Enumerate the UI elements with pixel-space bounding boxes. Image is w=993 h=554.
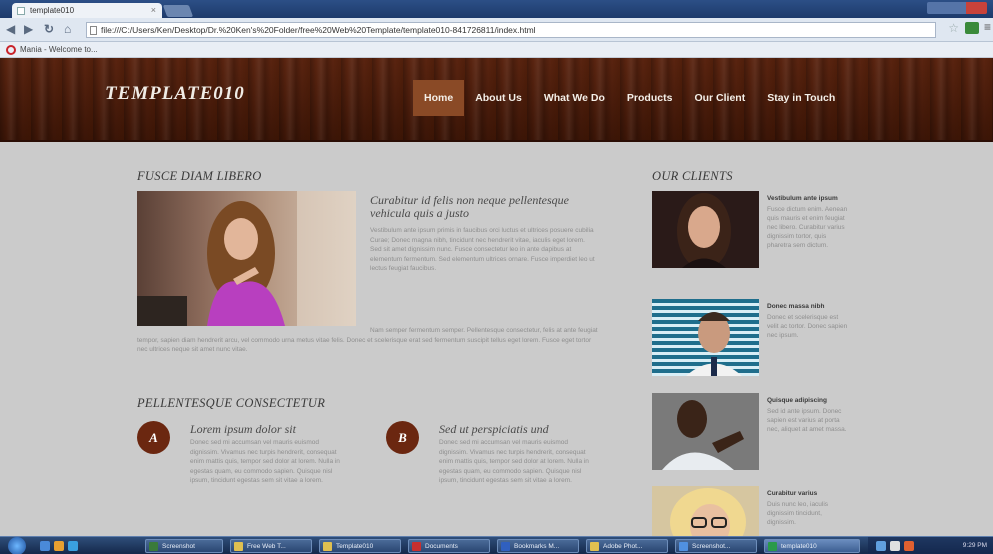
client-text-3: Sed id ante ipsum. Donec sapien est vari…	[767, 408, 847, 433]
taskbar-label: Adobe Phot...	[603, 543, 643, 550]
badge-a: A	[137, 421, 170, 454]
extension-icon[interactable]	[965, 22, 979, 34]
taskbar-button-2[interactable]: Free Web T...	[230, 539, 312, 553]
client-photo-2[interactable]	[652, 299, 759, 376]
app-icon	[149, 542, 158, 551]
nav-what-we-do[interactable]: What We Do	[533, 80, 616, 116]
client-text-1: Fusce dictum enim. Aenean quis mauris et…	[767, 206, 848, 249]
bookmark-item[interactable]: Mania - Welcome to...	[20, 45, 98, 54]
explorer-icon[interactable]	[54, 541, 64, 551]
back-icon[interactable]: ◀	[6, 22, 15, 36]
taskbar-button-4[interactable]: Documents	[408, 539, 490, 553]
nav-about-us[interactable]: About Us	[464, 80, 533, 116]
client-name-2[interactable]: Donec massa nibh	[767, 303, 824, 310]
browser-tab-strip: template010 ×	[0, 0, 993, 18]
page-icon	[90, 26, 97, 35]
taskbar-button-3[interactable]: Template010	[319, 539, 401, 553]
site-header: TEMPLATE010 Home About Us What We Do Pro…	[0, 58, 993, 142]
section-heading-fusce: FUSCE DIAM LIBERO	[137, 169, 262, 183]
forward-icon[interactable]: ▶	[24, 22, 33, 36]
client-photo-3[interactable]	[652, 393, 759, 470]
client-name-4[interactable]: Curabitur varius	[767, 490, 817, 497]
column-a-text: Donec sed mi accumsan vel mauris euismod…	[190, 439, 340, 484]
client-photo-1-graphic	[677, 193, 731, 268]
taskbar-label: Bookmarks M...	[514, 543, 560, 550]
taskbar-button-8[interactable]: template010	[764, 539, 860, 553]
client-photo-4[interactable]	[652, 486, 759, 536]
network-icon[interactable]	[876, 541, 886, 551]
reload-icon[interactable]: ↻	[44, 22, 54, 36]
client-name-1[interactable]: Vestibulum ante ipsum	[767, 195, 838, 202]
column-b-title: Sed ut perspiciatis und	[439, 422, 549, 436]
taskbar-label: Template010	[336, 543, 374, 550]
feature-title: Curabitur id felis non neque pellentesqu…	[370, 193, 569, 220]
taskbar-label: Screenshot...	[692, 543, 731, 550]
tab-title: template010	[30, 6, 75, 15]
feature-text-continued: Nam semper fermentum semper. Pellentesqu…	[137, 327, 598, 353]
document-icon	[412, 542, 421, 551]
bookmarks-bar: Mania - Welcome to...	[0, 42, 993, 58]
nav-stay-in-touch[interactable]: Stay in Touch	[756, 80, 846, 116]
client-text-4: Duis nunc leo, iaculis dignissim tincidu…	[767, 501, 829, 526]
nav-products[interactable]: Products	[616, 80, 684, 116]
feature-photo-graphic	[137, 191, 356, 326]
wrench-menu-icon[interactable]: ≡	[984, 20, 991, 34]
client-photo-4-graphic	[670, 488, 746, 536]
column-b-text: Donec sed mi accumsan vel mauris euismod…	[439, 439, 589, 484]
start-button[interactable]	[8, 537, 26, 554]
clock[interactable]: 9:29 PM	[963, 542, 987, 549]
badge-b: B	[386, 421, 419, 454]
site-logo[interactable]: TEMPLATE010	[105, 83, 245, 105]
client-text-2: Donec et scelerisque est velit ac tortor…	[767, 314, 848, 339]
taskbar-label: Free Web T...	[247, 543, 286, 550]
window-controls[interactable]	[927, 2, 987, 14]
home-icon[interactable]: ⌂	[64, 22, 71, 36]
client-photo-2-graphic	[686, 312, 742, 376]
bookmark-star-icon[interactable]: ☆	[948, 21, 959, 35]
close-tab-icon[interactable]: ×	[151, 5, 156, 15]
browser-quicklaunch-icon[interactable]	[68, 541, 78, 551]
client-name-3[interactable]: Quisque adipiscing	[767, 397, 827, 404]
feature-photo	[137, 191, 356, 326]
taskbar-button-1[interactable]: Screenshot	[145, 539, 223, 553]
folder-icon	[234, 542, 243, 551]
browser-tab[interactable]: template010 ×	[12, 3, 162, 18]
client-photo-3-graphic	[662, 400, 744, 470]
page-favicon-icon	[17, 7, 25, 15]
taskbar-label: Screenshot	[162, 543, 195, 550]
volume-icon[interactable]	[890, 541, 900, 551]
nav-home[interactable]: Home	[413, 80, 465, 116]
folder-icon	[590, 542, 599, 551]
image-icon	[679, 542, 688, 551]
section-heading-pellentesque: PELLENTESQUE CONSECTETUR	[137, 396, 326, 410]
client-photo-1[interactable]	[652, 191, 759, 268]
column-a-title: Lorem ipsum dolor sit	[190, 422, 296, 436]
taskbar-label: template010	[781, 543, 817, 550]
site-nav: Home About Us What We Do Products Our Cl…	[413, 80, 846, 116]
chrome-icon	[768, 542, 777, 551]
tray-app-icon[interactable]	[904, 541, 914, 551]
nav-our-client[interactable]: Our Client	[683, 80, 756, 116]
clients-heading: OUR CLIENTS	[652, 169, 733, 183]
taskbar-label: Documents	[425, 543, 458, 550]
show-desktop-icon[interactable]	[40, 541, 50, 551]
url-text: file:///C:/Users/Ken/Desktop/Dr.%20Ken's…	[101, 25, 536, 35]
new-tab-button[interactable]	[162, 5, 194, 17]
page-content: FUSCE DIAM LIBERO Curabitur id felis non…	[0, 142, 993, 536]
address-bar[interactable]: file:///C:/Users/Ken/Desktop/Dr.%20Ken's…	[86, 22, 936, 38]
browser-icon	[501, 542, 510, 551]
taskbar-button-5[interactable]: Bookmarks M...	[497, 539, 579, 553]
taskbar-button-6[interactable]: Adobe Phot...	[586, 539, 668, 553]
windows-taskbar: Screenshot Free Web T... Template010 Doc…	[0, 536, 993, 554]
feature-text: Vestibulum ante ipsum primis in faucibus…	[370, 227, 595, 272]
taskbar-button-7[interactable]: Screenshot...	[675, 539, 757, 553]
system-tray: 9:29 PM	[868, 537, 993, 554]
opera-icon	[6, 45, 16, 55]
folder-icon	[323, 542, 332, 551]
browser-toolbar: ◀ ▶ ↻ ⌂ file:///C:/Users/Ken/Desktop/Dr.…	[0, 18, 993, 42]
